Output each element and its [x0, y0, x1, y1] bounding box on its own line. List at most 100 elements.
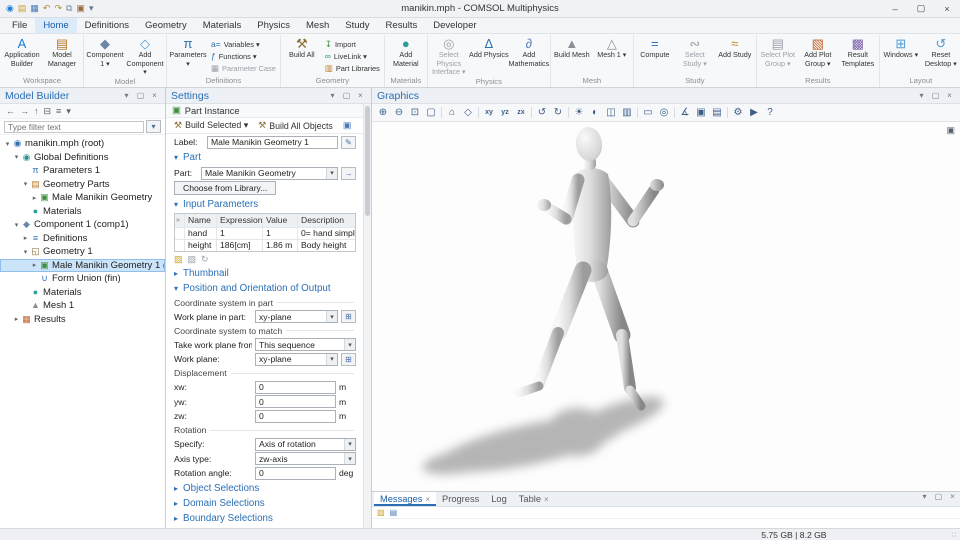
go-to-part-icon[interactable]: → [341, 167, 356, 180]
settings-panel-menu-icon[interactable]: ▾ [327, 91, 338, 100]
column-header-expression[interactable]: Expression [216, 214, 262, 227]
tree-item-mesh-1[interactable]: ▲Mesh 1 [0, 299, 165, 313]
section-part[interactable]: ▾ Part [166, 150, 362, 165]
environment-reflections-icon[interactable]: ◐ [587, 105, 603, 120]
zoom-box-icon[interactable]: ▢ [423, 105, 439, 120]
ribbon-tab-home[interactable]: Home [35, 18, 76, 33]
work-plane-in-part-select[interactable]: xy-plane▾ [255, 310, 338, 323]
ribbon-button-mesh-1[interactable]: △Mesh 1 ▾ [592, 35, 632, 76]
tree-expander-icon[interactable]: ▾ [12, 221, 21, 229]
ribbon-button-livelink[interactable]: ∞LiveLink ▾ [322, 50, 383, 62]
work-plane-picker-icon[interactable]: ⊞ [341, 310, 356, 323]
undo-icon[interactable]: ↶ [43, 4, 51, 13]
ribbon-button-windows[interactable]: ⊞Windows ▾ [881, 35, 921, 76]
ribbon-tab-developer[interactable]: Developer [425, 18, 484, 33]
ribbon-tab-file[interactable]: File [4, 18, 35, 33]
ribbon-tab-materials[interactable]: Materials [195, 18, 250, 33]
tree-item-geometry-parts[interactable]: ▾▤Geometry Parts [0, 178, 165, 192]
scrollbar-thumb[interactable] [365, 106, 370, 216]
tree-item-geometry-1[interactable]: ▾◱Geometry 1 [0, 245, 165, 259]
tree-item-parameters-1[interactable]: πParameters 1 [0, 164, 165, 178]
graphics-canvas[interactable]: ▣ [372, 122, 960, 491]
zw-input[interactable] [255, 410, 336, 423]
ribbon-button-functions[interactable]: ƒFunctions ▾ [208, 50, 279, 62]
tab-messages[interactable]: Messages× [374, 492, 436, 506]
close-icon[interactable]: × [544, 495, 549, 504]
collapse-all-icon[interactable]: ⊟ [44, 107, 52, 116]
tree-expander-icon[interactable]: ▾ [21, 248, 30, 256]
column-header-description[interactable]: Description [297, 214, 355, 227]
ribbon-tab-study[interactable]: Study [337, 18, 377, 33]
table-settings-icon[interactable]: ▤ [390, 509, 398, 517]
ribbon-tab-mesh[interactable]: Mesh [298, 18, 337, 33]
tab-log[interactable]: Log [485, 492, 513, 506]
rotate-counterclockwise-icon[interactable]: ↺ [534, 105, 550, 120]
axis-type-select[interactable]: zw-axis▾ [255, 452, 356, 465]
filter-input[interactable] [4, 121, 144, 133]
ribbon-tab-geometry[interactable]: Geometry [137, 18, 195, 33]
animation-icon[interactable]: ▶ [746, 105, 762, 120]
go-to-xy-view-icon[interactable]: xy [481, 105, 497, 120]
tree-item-definitions[interactable]: ▸≡Definitions [0, 232, 165, 246]
resize-grip[interactable]: ∷ [952, 531, 957, 539]
settings-panel-float-icon[interactable]: ▢ [341, 91, 352, 100]
tree-item-materials[interactable]: ●Materials [0, 205, 165, 219]
tree-expander-icon[interactable]: ▸ [30, 194, 39, 202]
ribbon-button-add-plot-group[interactable]: ▧Add Plot Group ▾ [798, 35, 838, 76]
forward-icon[interactable]: → [20, 107, 29, 116]
ribbon-button-add-component[interactable]: ◇Add Component ▾ [125, 35, 165, 77]
model-builder-panel-menu-icon[interactable]: ▾ [121, 91, 132, 100]
filter-options-icon[interactable]: ▾ [146, 120, 161, 133]
specify-select[interactable]: Axis of rotation▾ [255, 438, 356, 451]
tab-table[interactable]: Table× [513, 492, 555, 506]
quick-access-menu-icon[interactable]: ▾ [89, 4, 94, 13]
minimize-button[interactable]: – [882, 0, 908, 17]
section-position-and-orientation[interactable]: ▾ Position and Orientation of Output [166, 281, 362, 296]
ribbon-button-application-builder[interactable]: AApplication Builder [2, 35, 42, 76]
close-button[interactable]: × [934, 0, 960, 17]
section-domain-selections[interactable]: ▸Domain Selections [166, 496, 362, 511]
ribbon-button-compute[interactable]: =Compute [635, 35, 675, 76]
messages-panel-menu-icon[interactable]: ▾ [919, 492, 930, 506]
graphics-context-menu-icon[interactable]: ▣ [946, 125, 955, 136]
scene-light-icon[interactable]: ☀ [571, 105, 587, 120]
zoom-out-icon[interactable]: ⊖ [391, 105, 407, 120]
tree-item-component-1-comp1[interactable]: ▾◆Component 1 (comp1) [0, 218, 165, 232]
tree-item-global-definitions[interactable]: ▾◉Global Definitions [0, 151, 165, 165]
ribbon-button-part-libraries[interactable]: ▥Part Libraries [322, 62, 383, 74]
yw-input[interactable] [255, 395, 336, 408]
ribbon-button-variables[interactable]: a=Variables ▾ [208, 38, 279, 50]
label-input[interactable] [207, 136, 338, 149]
messages-panel-close-icon[interactable]: × [947, 492, 958, 506]
plot-settings-icon[interactable]: ⚙ [730, 105, 746, 120]
section-edge-selections[interactable]: ▸Edge Selections [166, 526, 362, 528]
tree-expander-icon[interactable]: ▸ [21, 234, 30, 242]
graphics-panel-menu-icon[interactable]: ▾ [916, 91, 927, 100]
ribbon-button-build-all[interactable]: ⚒Build All [282, 35, 322, 76]
ribbon-tab-results[interactable]: Results [378, 18, 426, 33]
section-boundary-selections[interactable]: ▸Boundary Selections [166, 511, 362, 526]
paste-icon[interactable]: ▣ [76, 4, 85, 13]
section-thumbnail[interactable]: ▸ Thumbnail [166, 266, 362, 281]
go-to-part-button[interactable]: ▣ [338, 118, 357, 133]
measure-icon[interactable]: ∡ [677, 105, 693, 120]
build-all-objects-button[interactable]: ⚒Build All Objects [253, 118, 338, 133]
tree-settings-icon[interactable]: ≡ [56, 107, 61, 116]
help-icon[interactable]: ? [762, 105, 778, 120]
orthographic-projection-icon[interactable]: ◇ [460, 105, 476, 120]
redo-icon[interactable]: ↷ [54, 4, 62, 13]
ribbon-button-result-templates[interactable]: ▩Result Templates [838, 35, 878, 76]
ribbon-button-add-material[interactable]: ●Add Material [386, 35, 426, 76]
app-logo-icon[interactable]: ◉ [6, 4, 14, 13]
tree-expander-icon[interactable]: ▸ [12, 315, 21, 323]
go-to-zx-view-icon[interactable]: zx [513, 105, 529, 120]
ribbon-button-add-physics[interactable]: ΔAdd Physics [469, 35, 509, 77]
save-icon[interactable]: ▦ [30, 4, 39, 13]
graphics-panel-close-icon[interactable]: × [944, 91, 955, 100]
graphics-panel-float-icon[interactable]: ▢ [930, 91, 941, 100]
settings-scrollbar[interactable] [363, 104, 371, 528]
tab-progress[interactable]: Progress [436, 492, 485, 506]
refresh-parameters-icon[interactable]: ↻ [201, 255, 209, 264]
print-icon[interactable]: ▤ [709, 105, 725, 120]
tree-menu-icon[interactable]: ▾ [66, 107, 71, 116]
